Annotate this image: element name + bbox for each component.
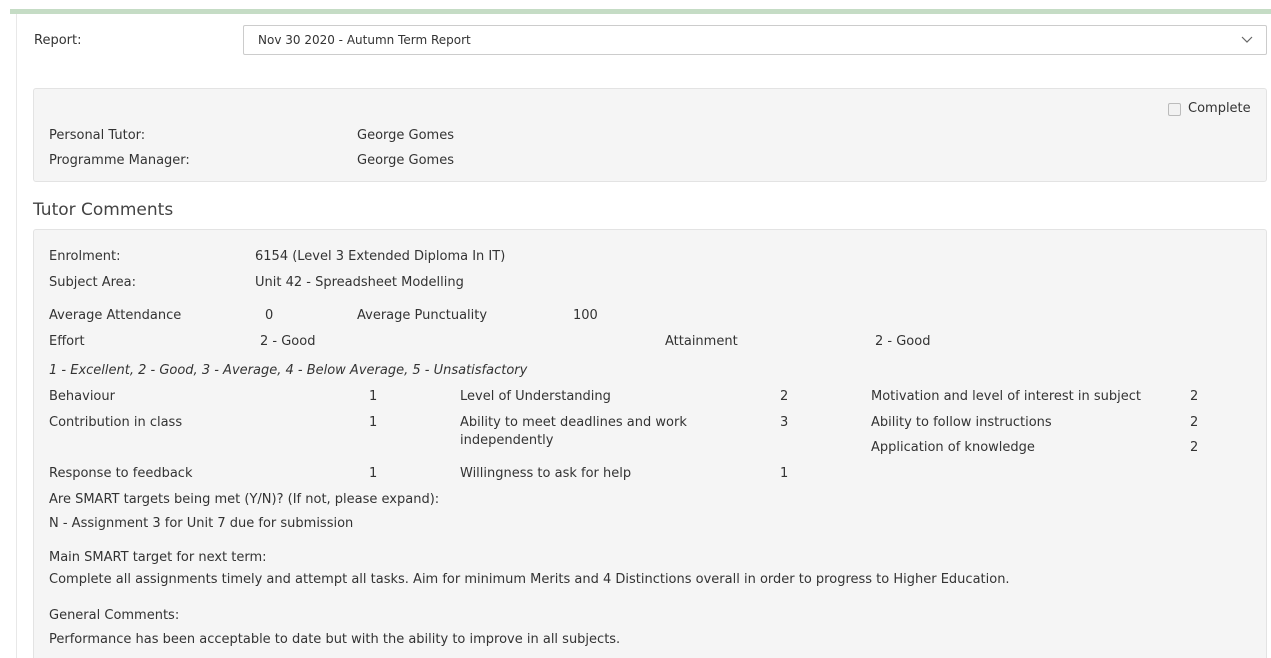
application-value: 2 bbox=[1190, 440, 1199, 455]
programme-manager-label: Programme Manager: bbox=[49, 153, 190, 168]
summary-panel bbox=[33, 88, 1267, 182]
chevron-down-icon bbox=[1241, 36, 1253, 43]
behaviour-value: 1 bbox=[369, 389, 378, 404]
smart-met-value: N - Assignment 3 for Unit 7 due for subm… bbox=[49, 516, 354, 531]
personal-tutor-label: Personal Tutor: bbox=[49, 128, 146, 143]
complete-label: Complete bbox=[1188, 101, 1251, 116]
application-label: Application of knowledge bbox=[871, 440, 1035, 455]
deadlines-value: 3 bbox=[780, 415, 789, 430]
tutor-comments-panel bbox=[33, 229, 1267, 658]
instructions-label: Ability to follow instructions bbox=[871, 415, 1052, 430]
instructions-value: 2 bbox=[1190, 415, 1199, 430]
avg-attendance-label: Average Attendance bbox=[49, 308, 182, 323]
attainment-label: Attainment bbox=[665, 334, 738, 349]
top-accent-bar bbox=[10, 9, 1271, 14]
left-border-line bbox=[16, 14, 17, 658]
attainment-value: 2 - Good bbox=[875, 334, 931, 349]
deadlines-label-line2: independently bbox=[460, 433, 554, 448]
subject-area-label: Subject Area: bbox=[49, 275, 137, 290]
motivation-label: Motivation and level of interest in subj… bbox=[871, 389, 1141, 404]
behaviour-label: Behaviour bbox=[49, 389, 115, 404]
subject-area-value: Unit 42 - Spreadsheet Modelling bbox=[255, 275, 464, 290]
effort-label: Effort bbox=[49, 334, 85, 349]
deadlines-label-line1: Ability to meet deadlines and work bbox=[460, 415, 687, 430]
report-label: Report: bbox=[34, 33, 82, 48]
motivation-value: 2 bbox=[1190, 389, 1199, 404]
contribution-value: 1 bbox=[369, 415, 378, 430]
contribution-label: Contribution in class bbox=[49, 415, 183, 430]
general-comments-value: Performance has been acceptable to date … bbox=[49, 632, 621, 647]
ask-help-label: Willingness to ask for help bbox=[460, 466, 632, 481]
programme-manager-value: George Gomes bbox=[357, 153, 454, 168]
enrolment-label: Enrolment: bbox=[49, 249, 121, 264]
effort-value: 2 - Good bbox=[260, 334, 316, 349]
general-comments-label: General Comments: bbox=[49, 608, 180, 623]
feedback-label: Response to feedback bbox=[49, 466, 193, 481]
ask-help-value: 1 bbox=[780, 466, 789, 481]
feedback-value: 1 bbox=[369, 466, 378, 481]
avg-punctuality-value: 100 bbox=[573, 308, 598, 323]
understanding-value: 2 bbox=[780, 389, 789, 404]
personal-tutor-value: George Gomes bbox=[357, 128, 454, 143]
enrolment-value: 6154 (Level 3 Extended Diploma In IT) bbox=[255, 249, 506, 264]
report-select-value: Nov 30 2020 - Autumn Term Report bbox=[258, 33, 471, 47]
tutor-comments-title: Tutor Comments bbox=[33, 200, 174, 220]
main-target-label: Main SMART target for next term: bbox=[49, 550, 267, 565]
report-select[interactable]: Nov 30 2020 - Autumn Term Report bbox=[243, 25, 1267, 55]
main-target-value: Complete all assignments timely and atte… bbox=[49, 572, 1010, 587]
smart-met-label: Are SMART targets being met (Y/N)? (If n… bbox=[49, 492, 440, 507]
rating-scale-legend: 1 - Excellent, 2 - Good, 3 - Average, 4 … bbox=[49, 363, 528, 378]
understanding-label: Level of Understanding bbox=[460, 389, 611, 404]
complete-checkbox[interactable] bbox=[1168, 103, 1181, 116]
avg-punctuality-label: Average Punctuality bbox=[357, 308, 488, 323]
avg-attendance-value: 0 bbox=[265, 308, 274, 323]
